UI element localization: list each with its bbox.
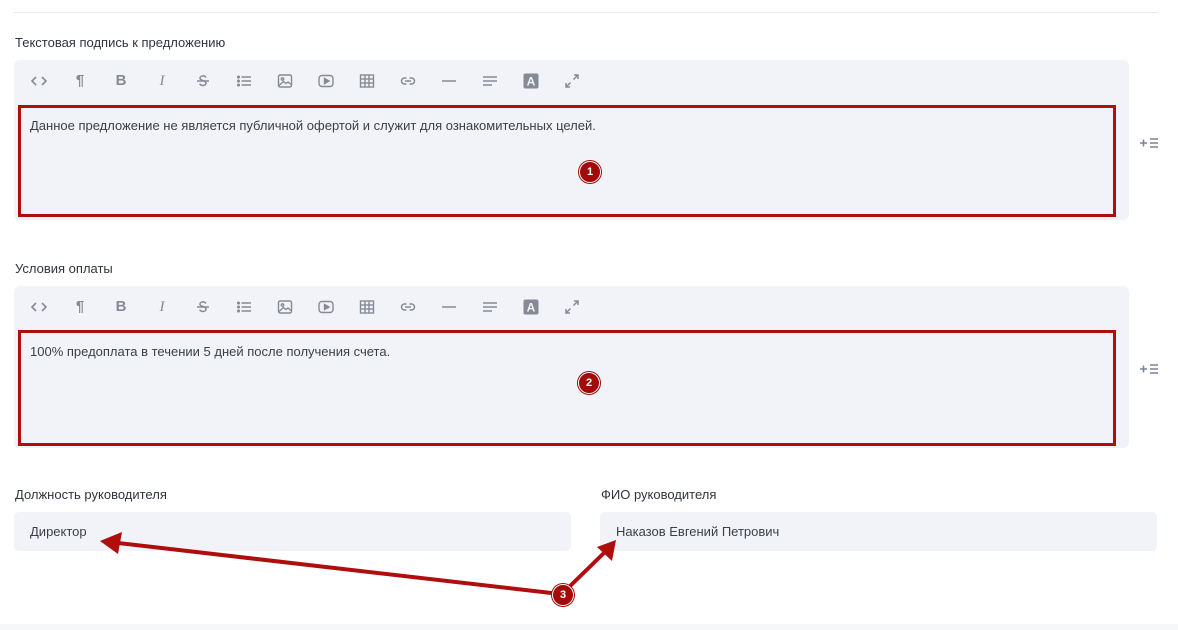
- list-icon[interactable]: [233, 296, 255, 318]
- bold-icon[interactable]: B: [110, 70, 132, 92]
- caption-editor[interactable]: ¶ B I A Данное предложение не является п…: [14, 60, 1129, 220]
- payment-editor[interactable]: ¶ B I A 100% предоплата в течении 5 дней…: [14, 286, 1129, 448]
- align-icon[interactable]: [479, 70, 501, 92]
- horizontal-rule-icon[interactable]: [438, 296, 460, 318]
- table-icon[interactable]: [356, 70, 378, 92]
- text-color-icon[interactable]: A: [520, 70, 542, 92]
- fullscreen-icon[interactable]: [561, 70, 583, 92]
- annotation-marker-3: 3: [552, 584, 574, 606]
- bottom-edge: [0, 624, 1178, 630]
- bold-icon[interactable]: B: [110, 296, 132, 318]
- align-icon[interactable]: [479, 296, 501, 318]
- editor-content[interactable]: 100% предоплата в течении 5 дней после п…: [30, 344, 390, 359]
- video-icon[interactable]: [315, 296, 337, 318]
- html-code-icon[interactable]: [28, 70, 50, 92]
- annotation-marker-2: 2: [578, 372, 600, 394]
- image-icon[interactable]: [274, 296, 296, 318]
- director-name-input[interactable]: [600, 512, 1157, 551]
- annotation-marker-1: 1: [579, 161, 601, 183]
- strikethrough-icon[interactable]: [192, 296, 214, 318]
- section-label-caption: Текстовая подпись к предложению: [15, 35, 226, 50]
- strikethrough-icon[interactable]: [192, 70, 214, 92]
- editor-toolbar: ¶ B I A: [14, 60, 1129, 102]
- arrow-to-name: [564, 549, 608, 592]
- table-icon[interactable]: [356, 296, 378, 318]
- insert-variable-icon[interactable]: [1139, 362, 1159, 376]
- svg-text:A: A: [527, 75, 536, 89]
- fullscreen-icon[interactable]: [561, 296, 583, 318]
- paragraph-icon[interactable]: ¶: [69, 70, 91, 92]
- html-code-icon[interactable]: [28, 296, 50, 318]
- position-label: Должность руководителя: [15, 487, 167, 502]
- editor-toolbar: ¶ B I A: [14, 286, 1129, 328]
- svg-text:A: A: [527, 301, 536, 315]
- link-icon[interactable]: [397, 70, 419, 92]
- horizontal-rule-icon[interactable]: [438, 70, 460, 92]
- paragraph-icon[interactable]: ¶: [69, 296, 91, 318]
- insert-variable-icon[interactable]: [1139, 136, 1159, 150]
- section-label-payment: Условия оплаты: [15, 261, 113, 276]
- list-icon[interactable]: [233, 70, 255, 92]
- top-divider: [14, 12, 1158, 13]
- image-icon[interactable]: [274, 70, 296, 92]
- director-name-label: ФИО руководителя: [601, 487, 717, 502]
- text-color-icon[interactable]: A: [520, 296, 542, 318]
- italic-icon[interactable]: I: [151, 70, 173, 92]
- italic-icon[interactable]: I: [151, 296, 173, 318]
- position-input[interactable]: [14, 512, 571, 551]
- editor-content[interactable]: Данное предложение не является публичной…: [30, 118, 596, 133]
- video-icon[interactable]: [315, 70, 337, 92]
- link-icon[interactable]: [397, 296, 419, 318]
